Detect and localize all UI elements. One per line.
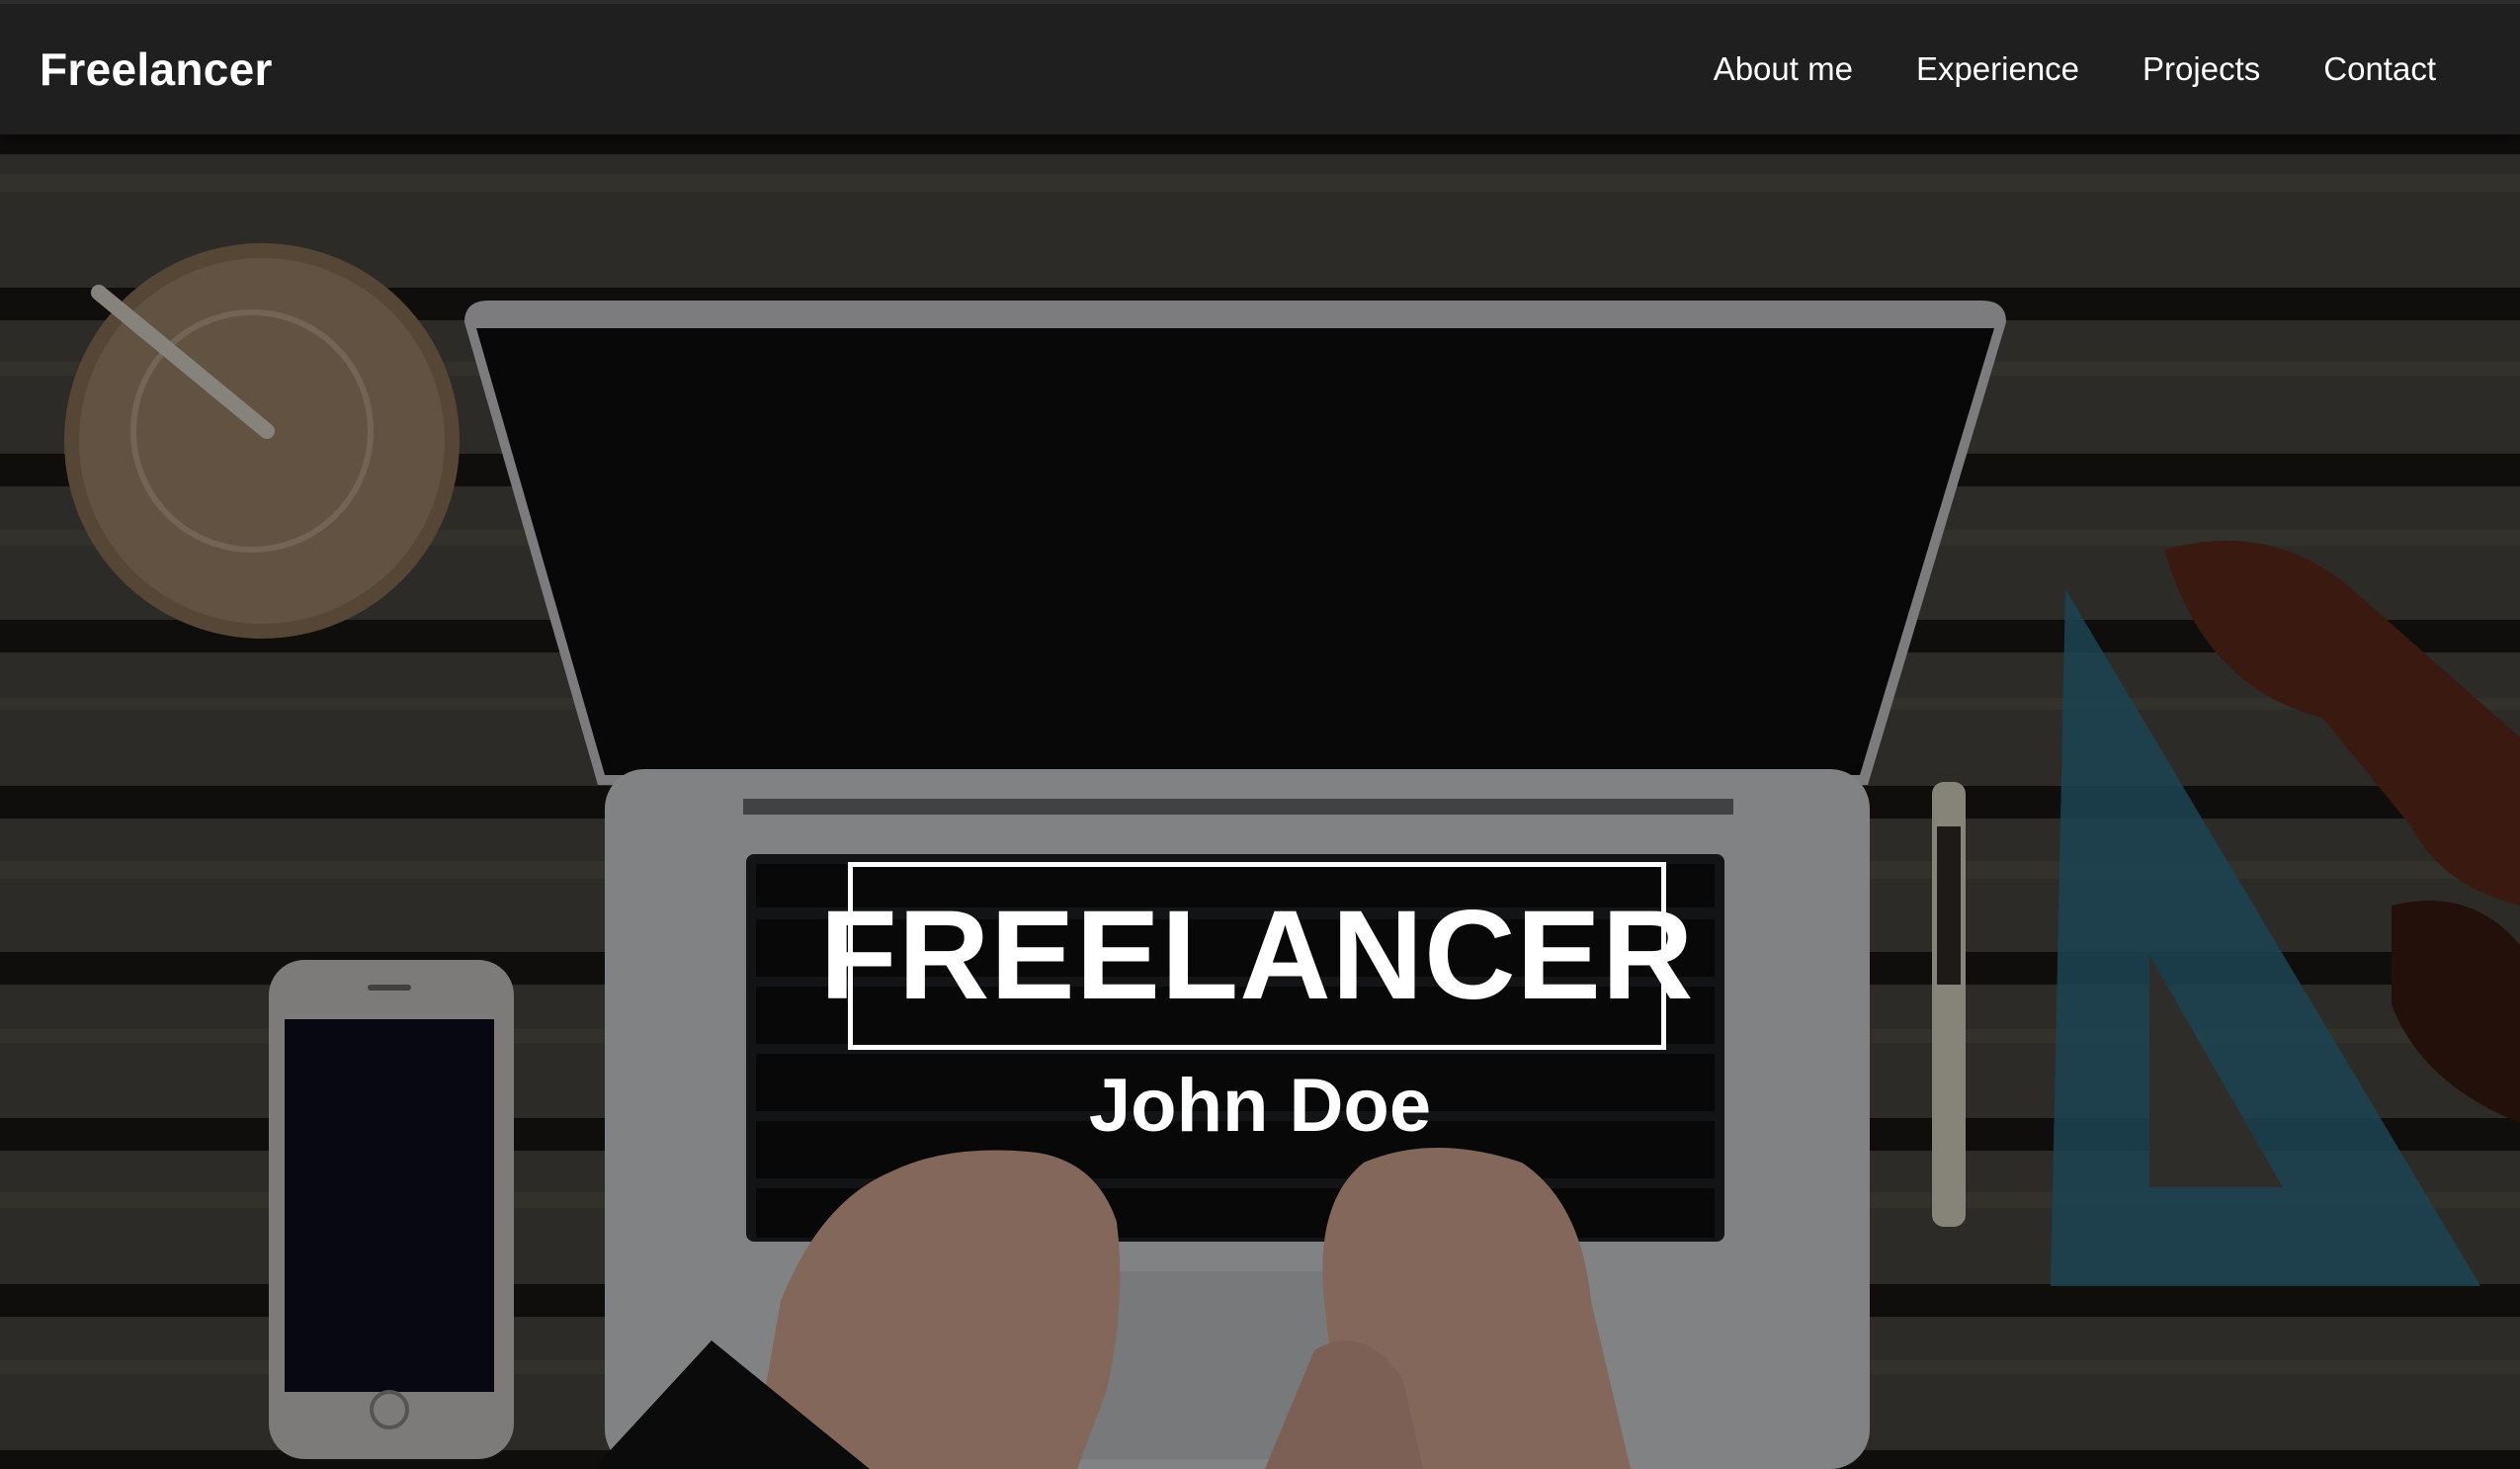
nav-link-contact[interactable]: Contact — [2323, 42, 2436, 97]
hero-subtitle: John Doe — [1088, 1064, 1432, 1148]
hero-title: FREELANCER — [819, 885, 1695, 1026]
hero-dark-overlay — [0, 134, 2520, 1469]
nav-link-experience[interactable]: Experience — [1916, 42, 2079, 97]
nav-links: About me Experience Projects Contact — [1650, 42, 2436, 97]
brand-logo-link[interactable]: Freelancer — [40, 40, 273, 99]
navbar: Freelancer About me Experience Projects … — [0, 0, 2520, 134]
nav-link-projects[interactable]: Projects — [2142, 42, 2260, 97]
nav-link-about-me[interactable]: About me — [1714, 42, 1853, 97]
hero-section: FREELANCER John Doe — [0, 134, 2520, 1469]
hero-title-box: FREELANCER — [820, 862, 1693, 1050]
